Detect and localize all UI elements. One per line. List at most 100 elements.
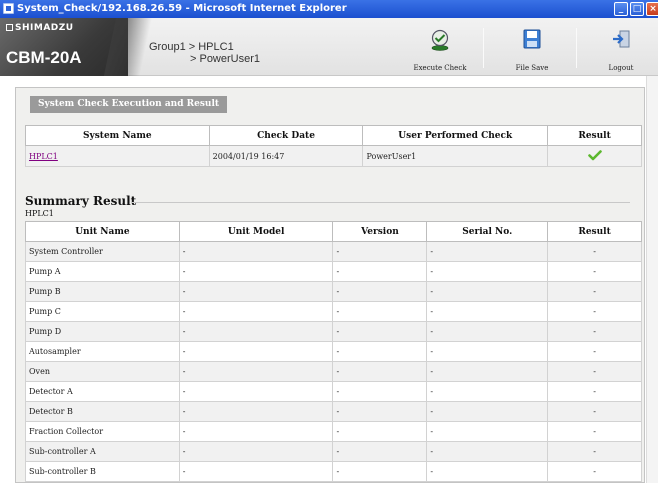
result-cell xyxy=(547,145,642,167)
ie-icon xyxy=(3,3,14,14)
table-row: Fraction Collector - - - - xyxy=(25,421,642,442)
result-cell: - xyxy=(547,241,642,262)
column-header: System Name xyxy=(25,125,210,146)
app-header: SHIMADZU CBM-20A Group1 > HPLC1 > PowerU… xyxy=(0,18,658,76)
unit-model-cell: - xyxy=(178,421,334,442)
result-cell: - xyxy=(547,381,642,402)
minimize-icon[interactable]: _ xyxy=(614,2,628,16)
section-tab-label: System Check Execution and Result xyxy=(30,96,228,113)
unit-name-cell: Detector B xyxy=(25,401,180,422)
result-cell: - xyxy=(547,261,642,282)
result-cell: - xyxy=(547,421,642,442)
check-date-cell: 2004/01/19 16:47 xyxy=(208,145,364,167)
unit-name-cell: Oven xyxy=(25,361,180,382)
check-execution-table: System Name Check Date User Performed Ch… xyxy=(25,125,642,167)
column-header: Unit Model xyxy=(178,221,334,242)
column-header: Result xyxy=(547,125,642,146)
unit-model-cell: - xyxy=(178,321,334,342)
logout-icon xyxy=(613,30,630,48)
brand-text: SHIMADZU xyxy=(15,23,74,33)
toolbar-divider xyxy=(576,28,577,68)
unit-name-cell: Pump C xyxy=(25,301,180,322)
version-cell: - xyxy=(332,381,428,402)
unit-model-cell: - xyxy=(178,341,334,362)
unit-name-cell: Autosampler xyxy=(25,341,180,362)
column-header: Serial No. xyxy=(426,221,549,242)
table-row: Pump C---- xyxy=(25,301,642,322)
file-save-button[interactable]: File Save xyxy=(497,26,567,74)
unit-model-cell: - xyxy=(178,281,334,302)
unit-model-cell: - xyxy=(178,261,334,282)
serial-cell: - xyxy=(426,281,549,302)
floppy-disk-icon xyxy=(523,29,541,49)
vertical-scrollbar[interactable] xyxy=(646,76,658,483)
toolbar-divider xyxy=(483,28,484,68)
unit-model-cell: - xyxy=(178,401,334,422)
unit-name-cell: System Controller xyxy=(25,241,180,262)
serial-cell: - xyxy=(426,341,549,362)
version-cell: - xyxy=(332,401,428,422)
version-cell: - xyxy=(332,261,428,282)
unit-name-cell: Detector A xyxy=(25,381,180,402)
result-cell: - xyxy=(547,301,642,322)
result-cell: - xyxy=(547,461,642,482)
result-cell: - xyxy=(547,341,642,362)
column-header: Unit Name xyxy=(25,221,180,242)
execute-check-label: Execute Check xyxy=(413,64,467,72)
table-row: Detector B---- xyxy=(25,401,642,422)
serial-cell: - xyxy=(426,441,549,462)
summary-divider xyxy=(132,202,630,203)
serial-cell: - xyxy=(426,421,549,442)
window-titlebar: System_Check/192.168.26.59 - Microsoft I… xyxy=(0,0,658,18)
table-row: Pump D---- xyxy=(25,321,642,342)
serial-cell: - xyxy=(426,301,549,322)
unit-name-cell: Pump B xyxy=(25,281,180,302)
result-cell: - xyxy=(547,321,642,342)
serial-cell: - xyxy=(426,461,549,482)
window-title: System_Check/192.168.26.59 - Microsoft I… xyxy=(17,3,347,14)
brand-mark-icon xyxy=(6,24,13,31)
serial-cell: - xyxy=(426,241,549,262)
unit-model-cell: - xyxy=(178,461,334,482)
model-name: CBM-20A xyxy=(6,48,82,67)
unit-name-cell: Sub-controller A xyxy=(25,441,180,462)
result-cell: - xyxy=(547,401,642,422)
logout-button[interactable]: Logout xyxy=(586,26,656,74)
summary-table: Unit Name Unit Model Version Serial No. … xyxy=(25,221,642,482)
unit-model-cell: - xyxy=(178,241,334,262)
column-header: Result xyxy=(547,221,642,242)
table-header-row: Unit Name Unit Model Version Serial No. … xyxy=(25,221,642,242)
unit-model-cell: - xyxy=(178,381,334,402)
close-icon[interactable]: × xyxy=(646,2,658,16)
unit-model-cell: - xyxy=(178,361,334,382)
unit-name-cell: Sub-controller B xyxy=(25,461,180,482)
execute-check-button[interactable]: Execute Check xyxy=(405,26,475,74)
execute-check-icon xyxy=(431,29,449,51)
system-name-link[interactable]: HPLC1 xyxy=(29,152,58,161)
table-row: System Controller - - - - xyxy=(25,241,642,262)
serial-cell: - xyxy=(426,261,549,282)
serial-cell: - xyxy=(426,401,549,422)
table-row: Pump A---- xyxy=(25,261,642,282)
serial-cell: - xyxy=(426,381,549,402)
brand-logo: SHIMADZU xyxy=(6,23,74,33)
table-row: Sub-controller A---- xyxy=(25,441,642,462)
summary-subtitle: HPLC1 xyxy=(25,209,54,218)
maximize-icon[interactable]: □ xyxy=(630,2,644,16)
table-row: Sub-controller B---- xyxy=(25,461,642,482)
table-row: HPLC1 2004/01/19 16:47 PowerUser1 xyxy=(25,145,642,167)
user-cell: PowerUser1 xyxy=(362,145,549,167)
version-cell: - xyxy=(332,441,428,462)
version-cell: - xyxy=(332,461,428,482)
summary-title: Summary Result xyxy=(25,194,137,208)
breadcrumb-user: > PowerUser1 xyxy=(190,53,261,65)
serial-cell: - xyxy=(426,321,549,342)
version-cell: - xyxy=(332,301,428,322)
column-header: User Performed Check xyxy=(362,125,549,146)
version-cell: - xyxy=(332,281,428,302)
version-cell: - xyxy=(332,321,428,342)
unit-model-cell: - xyxy=(178,301,334,322)
unit-model-cell: - xyxy=(178,441,334,462)
logo-block: SHIMADZU CBM-20A xyxy=(0,18,128,76)
unit-name-cell: Fraction Collector xyxy=(25,421,180,442)
